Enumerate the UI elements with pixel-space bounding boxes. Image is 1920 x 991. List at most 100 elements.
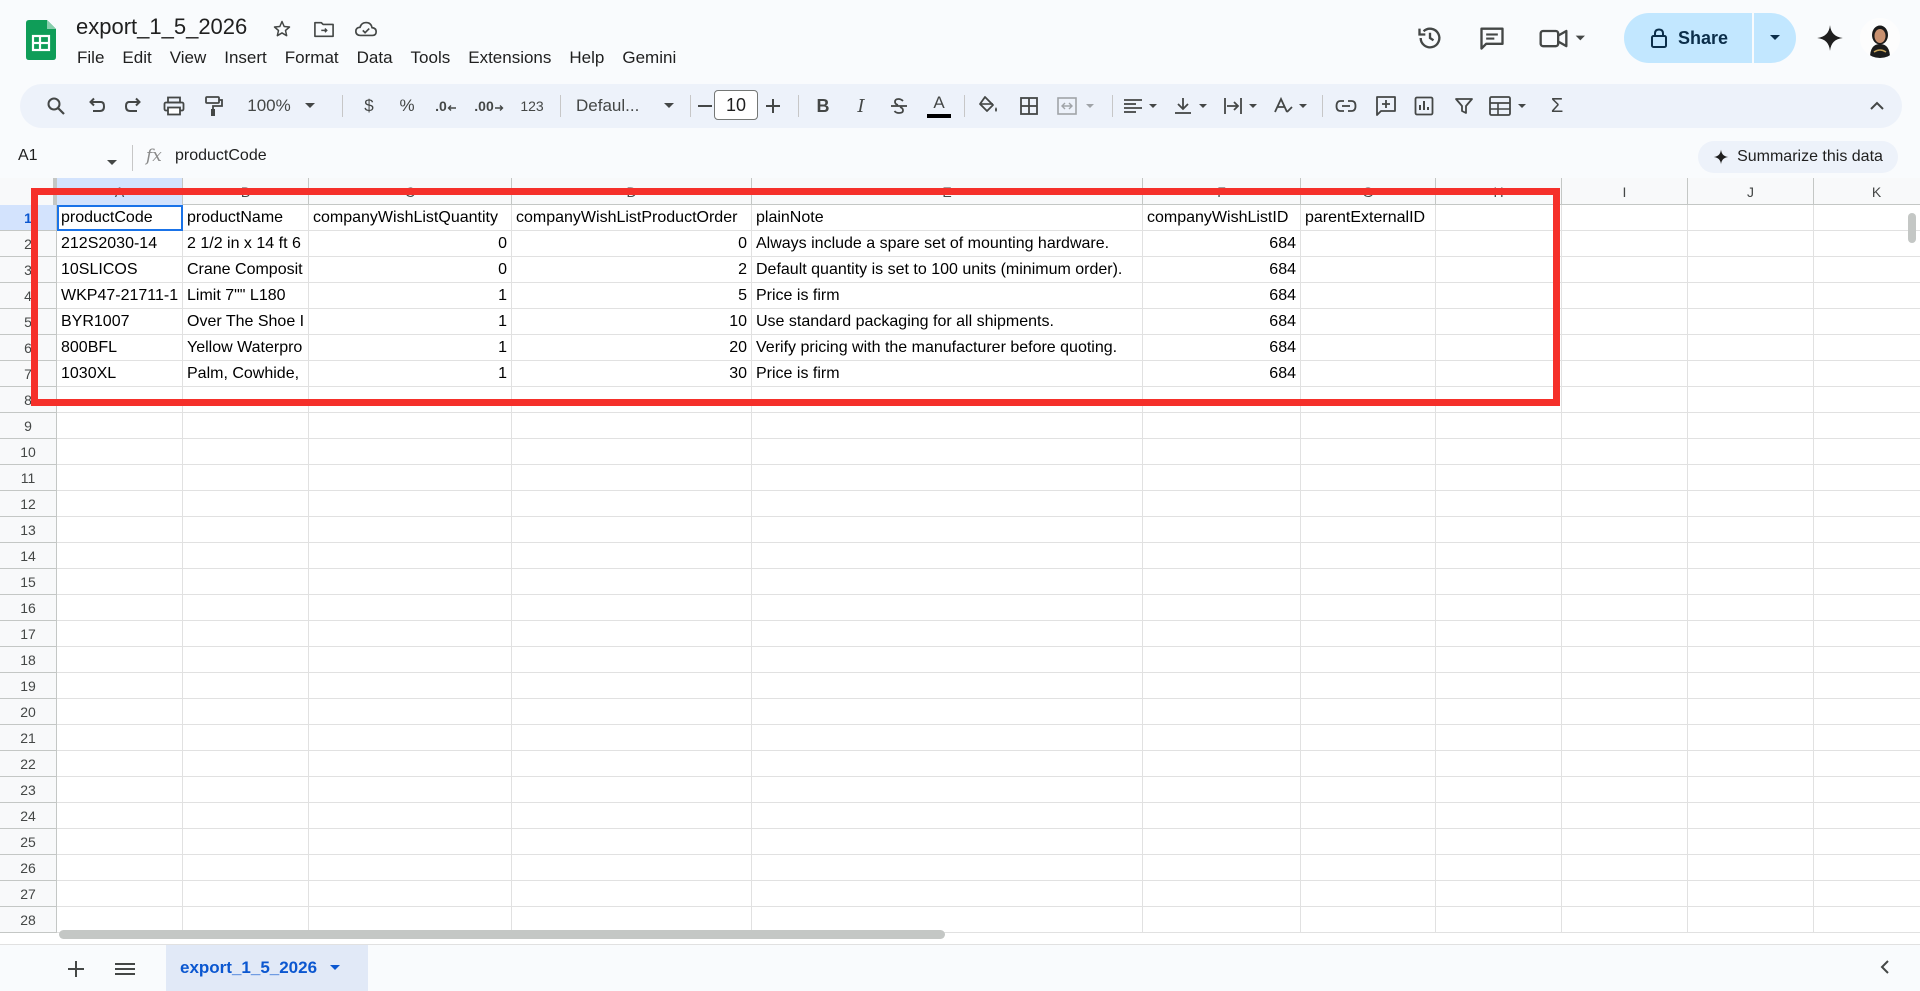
row-header[interactable]: 15 [0, 569, 57, 595]
empty-cell[interactable] [1814, 777, 1920, 803]
empty-cell[interactable] [183, 725, 309, 751]
empty-cell[interactable] [1436, 465, 1562, 491]
empty-cell[interactable] [183, 777, 309, 803]
row-header[interactable]: 20 [0, 699, 57, 725]
borders-icon[interactable] [1014, 90, 1044, 122]
empty-cell[interactable] [1562, 543, 1688, 569]
row-header[interactable]: 26 [0, 855, 57, 881]
empty-cell[interactable] [309, 855, 512, 881]
empty-cell[interactable] [1562, 829, 1688, 855]
empty-cell[interactable] [57, 855, 183, 881]
empty-cell[interactable] [512, 777, 752, 803]
empty-cell[interactable] [1562, 231, 1688, 257]
cloud-saved-icon[interactable] [352, 16, 380, 42]
empty-cell[interactable] [57, 777, 183, 803]
account-avatar[interactable] [1860, 18, 1900, 58]
table-cell[interactable]: 684 [1143, 283, 1301, 309]
empty-cell[interactable] [512, 647, 752, 673]
empty-cell[interactable] [1301, 777, 1436, 803]
table-cell[interactable]: 1 [309, 361, 512, 387]
empty-cell[interactable] [1688, 673, 1814, 699]
empty-cell[interactable] [1143, 413, 1301, 439]
empty-cell[interactable] [57, 569, 183, 595]
empty-cell[interactable] [1301, 439, 1436, 465]
empty-cell[interactable] [1436, 829, 1562, 855]
row-header[interactable]: 13 [0, 517, 57, 543]
empty-cell[interactable] [57, 465, 183, 491]
move-folder-icon[interactable] [310, 16, 338, 42]
empty-cell[interactable] [309, 439, 512, 465]
vertical-align-icon[interactable] [1170, 90, 1214, 122]
empty-cell[interactable] [1562, 569, 1688, 595]
empty-cell[interactable] [1436, 621, 1562, 647]
table-cell[interactable]: 684 [1143, 309, 1301, 335]
empty-cell[interactable] [752, 777, 1143, 803]
empty-cell[interactable] [309, 803, 512, 829]
empty-cell[interactable] [1688, 855, 1814, 881]
table-cell[interactable]: WKP47-21711-1 [57, 283, 183, 309]
empty-cell[interactable] [309, 673, 512, 699]
empty-cell[interactable] [1143, 803, 1301, 829]
empty-cell[interactable] [512, 387, 752, 413]
empty-cell[interactable] [57, 517, 183, 543]
empty-cell[interactable] [1143, 751, 1301, 777]
table-view-icon[interactable] [1486, 90, 1534, 122]
empty-cell[interactable] [1814, 855, 1920, 881]
menu-view[interactable]: View [161, 46, 216, 70]
column-header-k[interactable]: K [1814, 178, 1920, 205]
empty-cell[interactable] [1301, 595, 1436, 621]
empty-cell[interactable] [1562, 465, 1688, 491]
empty-cell[interactable] [752, 673, 1143, 699]
empty-cell[interactable] [183, 855, 309, 881]
empty-cell[interactable] [1301, 647, 1436, 673]
empty-cell[interactable] [1143, 725, 1301, 751]
merge-cells-icon[interactable] [1054, 90, 1102, 122]
empty-cell[interactable] [1562, 205, 1688, 231]
empty-cell[interactable] [57, 881, 183, 907]
empty-cell[interactable] [512, 673, 752, 699]
empty-cell[interactable] [1562, 777, 1688, 803]
empty-cell[interactable] [1301, 855, 1436, 881]
increase-font-size-button[interactable] [760, 90, 786, 122]
menu-help[interactable]: Help [560, 46, 613, 70]
empty-cell[interactable] [752, 647, 1143, 673]
empty-cell[interactable] [752, 725, 1143, 751]
row-header[interactable]: 2 [0, 231, 57, 257]
empty-cell[interactable] [1688, 387, 1814, 413]
empty-cell[interactable] [183, 543, 309, 569]
column-header-i[interactable]: I [1562, 178, 1688, 205]
table-cell[interactable]: 1 [309, 283, 512, 309]
insert-comment-icon[interactable] [1370, 90, 1402, 122]
empty-cell[interactable] [1436, 881, 1562, 907]
table-cell[interactable]: Limit 7"" L180 [183, 283, 309, 309]
empty-cell[interactable] [1562, 387, 1688, 413]
empty-cell[interactable] [1436, 543, 1562, 569]
row-header[interactable]: 8 [0, 387, 57, 413]
empty-cell[interactable] [1562, 725, 1688, 751]
empty-cell[interactable] [1301, 751, 1436, 777]
empty-cell[interactable] [309, 543, 512, 569]
table-cell[interactable]: Price is firm [752, 361, 1143, 387]
empty-cell[interactable] [1562, 699, 1688, 725]
empty-cell[interactable] [1301, 517, 1436, 543]
empty-cell[interactable] [1688, 283, 1814, 309]
empty-cell[interactable] [309, 881, 512, 907]
empty-cell[interactable] [1301, 699, 1436, 725]
bold-button[interactable]: B [808, 90, 838, 122]
empty-cell[interactable] [57, 621, 183, 647]
empty-cell[interactable] [512, 543, 752, 569]
empty-cell[interactable] [1562, 335, 1688, 361]
row-header[interactable]: 4 [0, 283, 57, 309]
empty-cell[interactable] [512, 569, 752, 595]
empty-cell[interactable] [1436, 231, 1562, 257]
table-cell[interactable]: Always include a spare set of mounting h… [752, 231, 1143, 257]
empty-cell[interactable] [1688, 231, 1814, 257]
empty-cell[interactable] [57, 595, 183, 621]
table-cell[interactable]: 30 [512, 361, 752, 387]
functions-button[interactable]: Σ [1542, 90, 1572, 122]
empty-cell[interactable] [752, 569, 1143, 595]
zoom-select[interactable]: 100% [242, 90, 322, 122]
header-cell[interactable]: plainNote [752, 205, 1143, 231]
empty-cell[interactable] [1143, 517, 1301, 543]
empty-cell[interactable] [309, 699, 512, 725]
